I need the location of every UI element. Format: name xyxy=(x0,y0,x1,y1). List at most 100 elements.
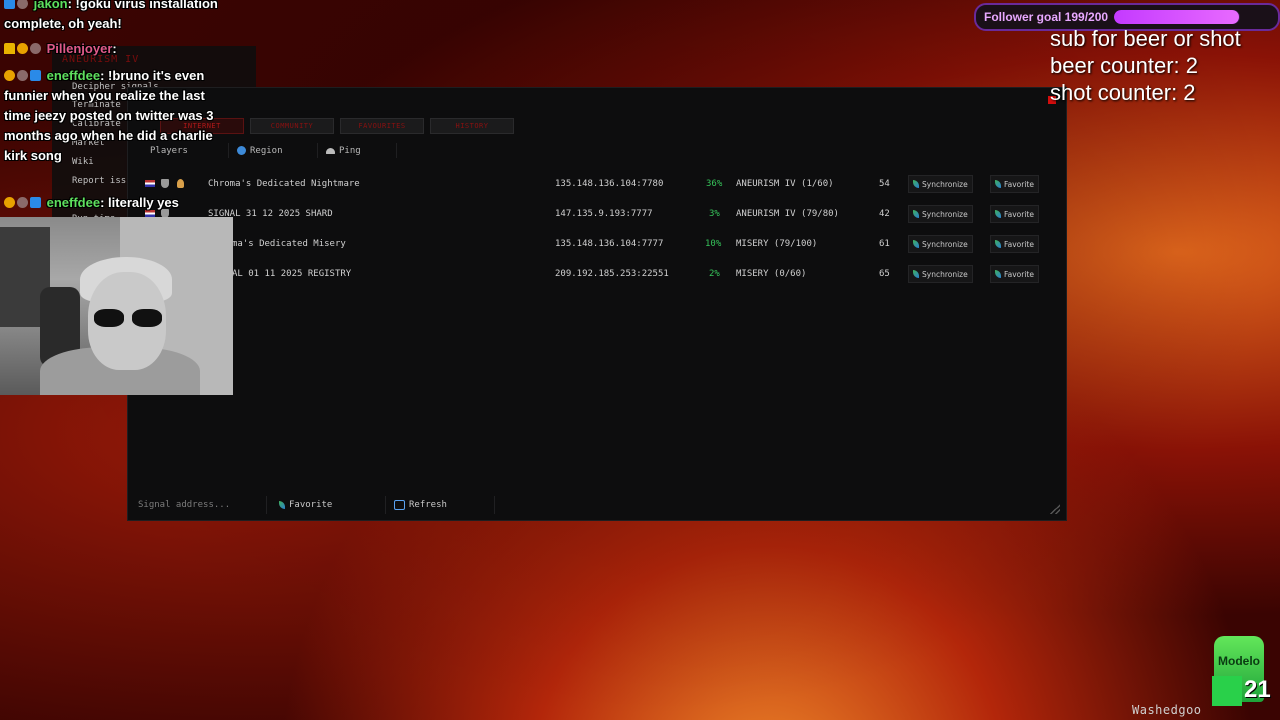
server-row[interactable]: Chroma's Dedicated Nightmare 135.148.136… xyxy=(128,174,1066,194)
chat-message: eneffdee: !bruno it's even funnier when … xyxy=(4,68,214,163)
server-address: 209.192.185.253:22551 xyxy=(555,269,669,279)
synchronize-button[interactable]: Synchronize xyxy=(908,205,973,223)
chat-message: jakon: !goku virus installation complete… xyxy=(4,0,234,34)
bottom-bar: Signal address... Favorite Refresh xyxy=(134,496,495,514)
server-map: MISERY (79/100) xyxy=(736,239,818,249)
server-address: 135.148.136.104:7777 xyxy=(555,239,664,249)
chat-message: eneffdee: literally yes xyxy=(4,193,179,213)
crown-badge-icon xyxy=(4,43,15,54)
server-load: 3% xyxy=(709,209,720,219)
webcam-feed xyxy=(0,217,233,395)
server-address: 135.148.136.104:7780 xyxy=(555,179,664,189)
leaf-icon xyxy=(995,180,1001,188)
user-badge-icon xyxy=(30,43,41,54)
leaf-icon xyxy=(995,240,1001,248)
server-row[interactable]: ma's Dedicated Misery 135.148.136.104:77… xyxy=(128,234,1066,254)
counter-overlay: sub for beer or shot beer counter: 2 sho… xyxy=(1050,25,1241,106)
chat-text: !bruno it's even funnier when you realiz… xyxy=(4,68,214,163)
blue-badge-icon xyxy=(30,70,41,81)
favorite-label: Favorite xyxy=(1004,269,1034,279)
server-map: MISERY (0/60) xyxy=(736,269,807,279)
user-badge-icon xyxy=(17,70,28,81)
modelo-label: Modelo xyxy=(1218,654,1260,668)
favorite-button[interactable]: Favorite xyxy=(990,205,1039,223)
beer-counter: beer counter: 2 xyxy=(1050,53,1198,78)
globe-icon xyxy=(237,146,246,155)
col-ping-label: Ping xyxy=(339,145,361,156)
server-ping: 42 xyxy=(879,209,890,219)
server-ping: 54 xyxy=(879,179,890,189)
streamer-watermark: Washedgoo xyxy=(1132,703,1202,717)
sub-badge-icon xyxy=(17,43,28,54)
server-row[interactable]: AL 01 11 2025 REGISTRY 209.192.185.253:2… xyxy=(128,264,1066,284)
leaf-icon xyxy=(913,210,919,218)
kick-logo-icon xyxy=(1212,676,1242,706)
sub-promo-text: sub for beer or shot xyxy=(1050,26,1241,51)
leaf-icon xyxy=(995,270,1001,278)
x-badge-icon xyxy=(4,0,15,9)
col-ping[interactable]: Ping xyxy=(318,143,397,158)
leaf-icon xyxy=(279,501,285,509)
sub-badge-icon xyxy=(4,70,15,81)
leaf-icon xyxy=(913,180,919,188)
chat-username: jakon xyxy=(33,0,68,11)
favorite-button[interactable]: Favorite xyxy=(990,175,1039,193)
refresh-label: Refresh xyxy=(409,500,447,510)
kick-count: 21 xyxy=(1244,676,1271,703)
server-map: ANEURISM IV (1/60) xyxy=(736,179,834,189)
tab-community[interactable]: COMMUNITY xyxy=(250,118,334,134)
col-region[interactable]: Region xyxy=(229,143,318,158)
server-load: 2% xyxy=(709,269,720,279)
bottom-favorite-label: Favorite xyxy=(289,500,333,510)
synchronize-label: Synchronize xyxy=(922,269,968,279)
synchronize-button[interactable]: Synchronize xyxy=(908,175,973,193)
us-flag-icon xyxy=(145,180,155,187)
synchronize-label: Synchronize xyxy=(922,239,968,249)
user-badge-icon xyxy=(17,0,28,9)
chat-username: Pillenjoyer xyxy=(46,41,113,56)
synchronize-button[interactable]: Synchronize xyxy=(908,235,973,253)
goal-progress-track xyxy=(1114,10,1241,24)
server-name: Chroma's Dedicated Nightmare xyxy=(208,179,360,189)
col-region-label: Region xyxy=(250,145,283,156)
signal-address-input[interactable]: Signal address... xyxy=(134,496,267,514)
refresh-icon xyxy=(394,500,405,510)
leaf-icon xyxy=(995,210,1001,218)
leaf-icon xyxy=(913,270,919,278)
blue-badge-icon xyxy=(30,197,41,208)
menu-item-report[interactable]: Report iss xyxy=(72,176,126,186)
server-name: ma's Dedicated Misery xyxy=(232,239,346,249)
synchronize-button[interactable]: Synchronize xyxy=(908,265,973,283)
favorite-label: Favorite xyxy=(1004,179,1034,189)
favorite-label: Favorite xyxy=(1004,209,1034,219)
tab-favourites[interactable]: FAVOURITES xyxy=(340,118,424,134)
umbrella-icon xyxy=(326,147,335,154)
user-badge-icon xyxy=(17,197,28,208)
chat-message: Pillenjoyer: xyxy=(4,39,117,59)
synchronize-label: Synchronize xyxy=(922,209,968,219)
sunglasses xyxy=(94,309,164,329)
column-header: Players Region Ping xyxy=(142,143,1056,158)
leaf-icon xyxy=(913,240,919,248)
server-map: ANEURISM IV (79/80) xyxy=(736,209,839,219)
tab-history[interactable]: HISTORY xyxy=(430,118,514,134)
sunglasses-lens xyxy=(94,309,124,327)
server-row[interactable]: SIGNAL 31 12 2025 SHARD 147.135.9.193:77… xyxy=(128,204,1066,224)
chat-username: eneffdee xyxy=(46,195,101,210)
server-name: AL 01 11 2025 REGISTRY xyxy=(232,269,352,279)
server-browser-window: INTERNET COMMUNITY FAVOURITES HISTORY Pl… xyxy=(128,88,1066,520)
server-address: 147.135.9.193:7777 xyxy=(555,209,653,219)
server-ping: 65 xyxy=(879,269,890,279)
follower-goal-label: Follower goal 199/200 xyxy=(984,10,1109,24)
refresh-button[interactable]: Refresh xyxy=(386,496,495,514)
goal-progress-fill xyxy=(1114,10,1240,24)
favorite-button[interactable]: Favorite xyxy=(990,235,1039,253)
synchronize-label: Synchronize xyxy=(922,179,968,189)
chat-text: literally yes xyxy=(108,195,179,210)
favorite-button[interactable]: Favorite xyxy=(990,265,1039,283)
favorite-label: Favorite xyxy=(1004,239,1034,249)
pin-icon xyxy=(177,179,184,188)
resize-grip-icon[interactable] xyxy=(1050,504,1060,514)
bottom-favorite-button[interactable]: Favorite xyxy=(267,496,386,514)
server-load: 36% xyxy=(706,179,723,189)
